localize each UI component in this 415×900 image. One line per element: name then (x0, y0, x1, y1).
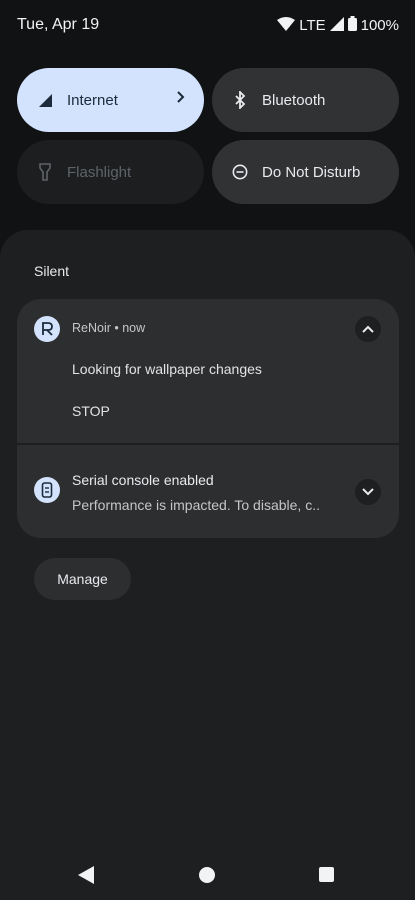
collapse-button[interactable] (355, 316, 381, 342)
battery-level: 100% (360, 17, 399, 34)
status-icons: LTE 100% (277, 16, 399, 35)
internet-tile[interactable]: Internet (17, 68, 204, 132)
flashlight-icon (37, 163, 53, 181)
notification-header: ReNoir • now (72, 321, 146, 335)
signal-icon (329, 16, 344, 35)
manage-button[interactable]: Manage (34, 558, 131, 600)
stop-button[interactable]: STOP (72, 403, 110, 419)
chevron-right-icon (176, 90, 186, 108)
chevron-up-icon (362, 320, 374, 338)
do-not-disturb-icon (232, 164, 248, 180)
notification-text: Performance is impacted. To disable, c.. (72, 497, 320, 513)
signal-icon (37, 92, 53, 108)
back-icon[interactable] (78, 866, 94, 889)
bluetooth-icon (232, 91, 248, 109)
recents-icon[interactable] (319, 867, 334, 882)
internet-tile-label: Internet (67, 91, 118, 109)
notification-group: ReNoir • now Looking for wallpaper chang… (17, 299, 399, 538)
status-bar: Tue, Apr 19 LTE 100% (0, 0, 415, 52)
wifi-icon (277, 16, 296, 35)
flashlight-tile[interactable]: Flashlight (17, 140, 204, 204)
chevron-down-icon (362, 483, 374, 501)
notification-title: Serial console enabled (72, 472, 214, 488)
serial-console-icon (34, 477, 60, 503)
home-icon[interactable] (199, 867, 215, 883)
dnd-tile[interactable]: Do Not Disturb (212, 140, 399, 204)
section-label-silent: Silent (34, 263, 70, 279)
battery-icon (347, 16, 357, 35)
notification-text: Looking for wallpaper changes (72, 361, 262, 377)
renoir-app-icon (34, 316, 60, 342)
status-date: Tue, Apr 19 (17, 16, 100, 33)
expand-button[interactable] (355, 479, 381, 505)
dnd-tile-label: Do Not Disturb (262, 163, 361, 181)
divider (17, 443, 399, 445)
navigation-bar (0, 850, 415, 900)
bluetooth-tile-label: Bluetooth (262, 91, 326, 109)
network-type: LTE (299, 17, 326, 34)
bluetooth-tile[interactable]: Bluetooth (212, 68, 399, 132)
flashlight-tile-label: Flashlight (67, 163, 132, 181)
